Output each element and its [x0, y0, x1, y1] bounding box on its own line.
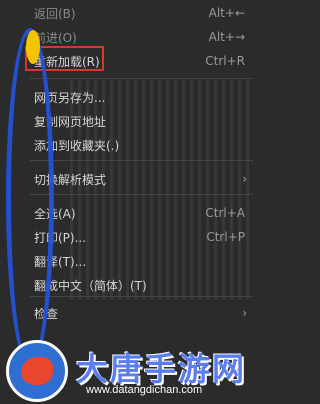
menu-separator	[30, 160, 253, 161]
menu-item-shortcut: Ctrl+P	[206, 230, 245, 244]
watermark-url: www.datangdichan.com	[86, 384, 203, 396]
annotation-oval	[6, 28, 54, 368]
chevron-right-icon: ›	[242, 306, 247, 320]
menu-separator	[30, 78, 253, 79]
menu-item-shortcut: Alt+←	[208, 6, 245, 20]
menu-separator	[30, 296, 253, 297]
annotation-dot	[26, 30, 40, 64]
watermark-logo-icon	[6, 340, 68, 402]
menu-item-label: 前进(O)	[34, 30, 77, 45]
menu-item-shortcut: Ctrl+A	[205, 206, 245, 220]
menu-item-shortcut: Ctrl+R	[205, 54, 245, 68]
menu-item-label: 返回(B)	[34, 6, 76, 21]
menu-item-shortcut: Alt+→	[208, 30, 245, 44]
context-menu: 返回(B) Alt+← 前进(O) Alt+→ 重新加载(R) Ctrl+R 网…	[0, 0, 261, 404]
chevron-right-icon: ›	[242, 172, 247, 186]
menu-item-back[interactable]: 返回(B) Alt+←	[0, 0, 261, 26]
menu-separator	[30, 194, 253, 195]
